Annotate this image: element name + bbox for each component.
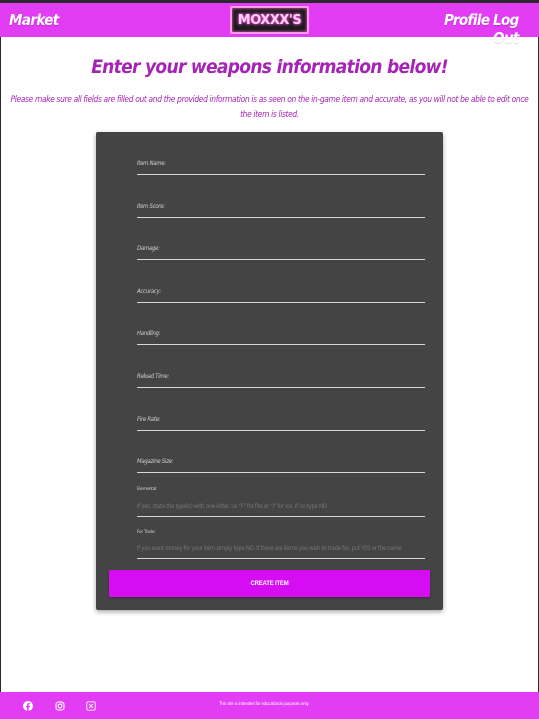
create-item-button[interactable]: CREATE ITEM — [109, 570, 430, 597]
elemental-label: Elemental: — [137, 487, 158, 492]
item-name-label: Item Name: — [137, 160, 166, 167]
elemental-field[interactable]: Elemental: — [137, 484, 425, 517]
page-title: Enter your weapons information below! — [91, 56, 448, 78]
magazine-size-label: Magazine Size: — [137, 458, 174, 465]
form-notice: Please make sure all fields are filled o… — [10, 94, 529, 119]
damage-label: Damage: — [137, 245, 160, 252]
footer-disclaimer: This site is intended for educational pu… — [219, 702, 309, 707]
facebook-icon[interactable] — [23, 701, 33, 711]
page-border-left — [0, 37, 1, 692]
accuracy-label: Accuracy: — [137, 288, 161, 295]
for-trade-field[interactable]: For Trade: — [137, 526, 425, 559]
damage-field[interactable]: Damage: — [137, 237, 425, 260]
elemental-input[interactable] — [137, 503, 425, 510]
magazine-size-field[interactable]: Magazine Size: — [137, 450, 425, 473]
nav-profile-link[interactable]: Profile — [444, 11, 490, 29]
navbar: Market MOXXX'S Profile Log Out — [0, 3, 539, 47]
logo-text: MOXXX'S — [237, 12, 302, 28]
nav-market-link[interactable]: Market — [9, 11, 59, 29]
footer: This site is intended for educational pu… — [0, 692, 539, 719]
weapon-form-card: Item Name: Item Score: Damage: Accuracy:… — [96, 132, 443, 610]
reload-time-field[interactable]: Reload Time: — [137, 365, 425, 388]
for-trade-input[interactable] — [137, 545, 425, 552]
instagram-icon[interactable] — [55, 701, 65, 711]
item-score-label: Item Score: — [137, 203, 165, 210]
for-trade-label: For Trade: — [137, 530, 156, 535]
reload-time-label: Reload Time: — [137, 373, 169, 380]
handling-label: Handling: — [137, 330, 161, 337]
fire-rate-label: Fire Rate: — [137, 416, 161, 423]
nav-logout-link[interactable]: Log Out — [493, 11, 539, 47]
item-name-field[interactable]: Item Name: — [137, 152, 425, 175]
accuracy-field[interactable]: Accuracy: — [137, 280, 425, 303]
handling-field[interactable]: Handling: — [137, 322, 425, 345]
fire-rate-field[interactable]: Fire Rate: — [137, 408, 425, 431]
site-logo[interactable]: MOXXX'S — [230, 6, 309, 34]
x-twitter-icon[interactable] — [86, 701, 96, 711]
item-score-field[interactable]: Item Score: — [137, 195, 425, 218]
